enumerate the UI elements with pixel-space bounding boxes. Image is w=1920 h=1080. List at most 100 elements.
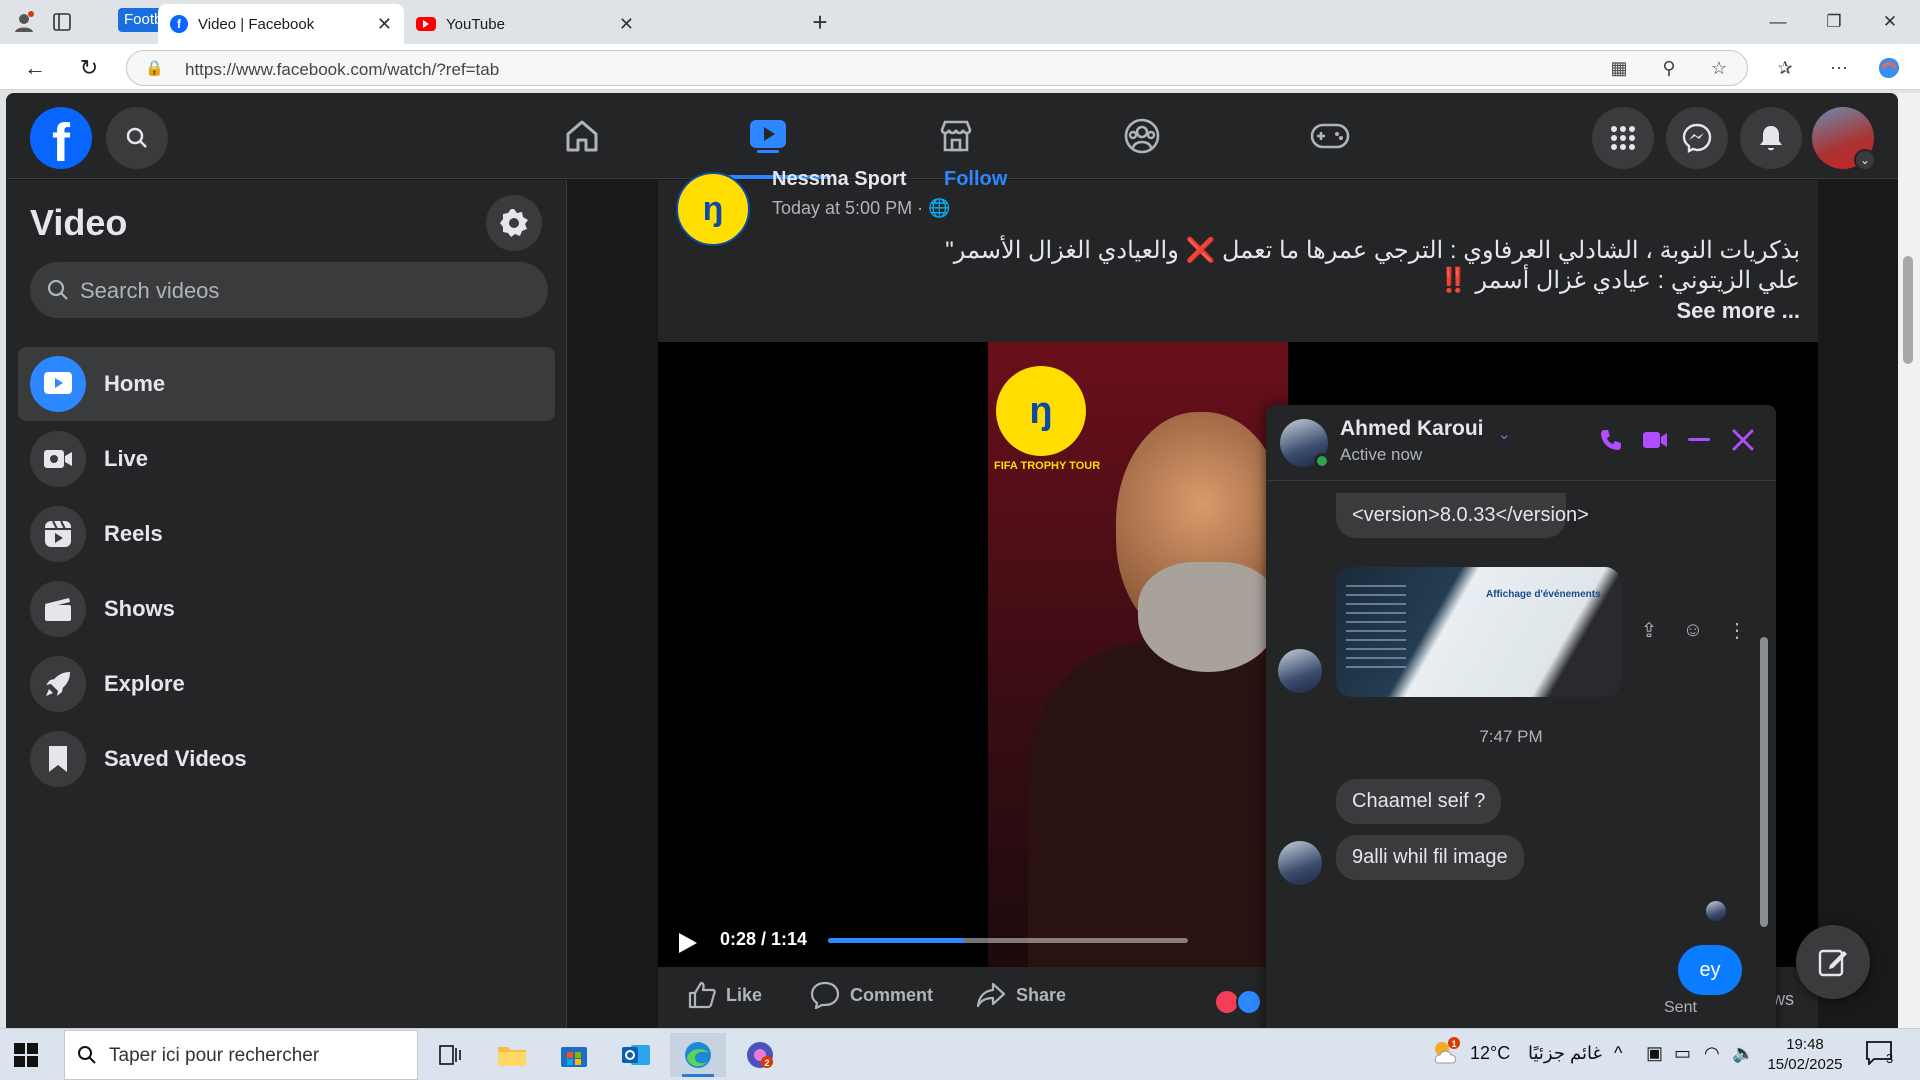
message-bubble[interactable]: Chaamel seif ? — [1336, 779, 1502, 824]
voice-call-button[interactable] — [1594, 423, 1628, 457]
share-button[interactable]: Share — [976, 981, 1066, 1009]
contact-avatar[interactable] — [1278, 841, 1322, 885]
meet-now-icon[interactable]: ▣ — [1646, 1043, 1663, 1064]
messenger-button[interactable] — [1666, 107, 1728, 169]
sidebar-item-saved-videos[interactable]: Saved Videos — [18, 722, 555, 796]
contact-name[interactable]: Ahmed Karoui — [1340, 417, 1484, 441]
menu-button[interactable] — [1592, 107, 1654, 169]
show-hidden-icons[interactable]: ^ — [1614, 1043, 1622, 1064]
post-timestamp[interactable]: Today at 5:00 PM · 🌐 — [772, 198, 951, 219]
close-window-icon[interactable]: ✕ — [1870, 6, 1910, 38]
nav-gaming-tab[interactable] — [1270, 103, 1390, 169]
live-camera-icon — [30, 431, 86, 487]
sidebar-item-home[interactable]: Home — [18, 347, 555, 421]
page-scrollbar[interactable] — [1898, 93, 1920, 1028]
zoom-icon[interactable]: ⚲ — [1654, 53, 1684, 83]
notifications-button[interactable] — [1740, 107, 1802, 169]
sidebar-item-reels[interactable]: Reels — [18, 497, 555, 571]
sent-message-bubble[interactable]: ey — [1678, 945, 1742, 995]
sidebar-item-explore[interactable]: Explore — [18, 647, 555, 721]
facebook-favicon-icon: f — [170, 15, 188, 33]
tab-youtube[interactable]: YouTube ✕ — [404, 4, 646, 44]
close-tab-icon[interactable]: ✕ — [619, 14, 634, 35]
sidebar-item-label: Saved Videos — [104, 746, 247, 771]
profile-icon[interactable] — [10, 8, 38, 36]
search-button[interactable] — [106, 107, 168, 169]
see-more-link[interactable]: See more ... — [1676, 298, 1800, 324]
video-progress-bar[interactable] — [828, 938, 1188, 943]
close-icon — [1732, 429, 1754, 451]
task-view-icon[interactable] — [422, 1033, 478, 1077]
reload-icon[interactable]: ↻ — [74, 53, 104, 83]
battery-icon[interactable]: ▭ — [1674, 1043, 1691, 1064]
new-tab-icon[interactable]: + — [806, 7, 834, 37]
nav-marketplace-tab[interactable] — [896, 103, 1016, 169]
lock-icon[interactable]: 🔒 — [145, 59, 164, 77]
more-menu-icon[interactable]: ⋯ — [1824, 53, 1854, 83]
taskbar-search-input[interactable]: Taper ici pour rechercher — [64, 1030, 418, 1080]
clock-date: 15/02/2025 — [1767, 1056, 1843, 1073]
image-message[interactable]: Affichage d'événements — [1336, 567, 1621, 697]
search-icon — [78, 1046, 96, 1064]
minimize-chat-button[interactable] — [1682, 423, 1716, 457]
favorite-star-icon[interactable]: ☆ — [1704, 53, 1734, 83]
message-bubble[interactable]: 9alli whil fil image — [1336, 835, 1524, 880]
like-button[interactable]: Like — [688, 981, 762, 1009]
post-author[interactable]: Nessma Sport — [772, 168, 907, 191]
comment-button[interactable]: Comment — [810, 981, 933, 1009]
nav-video-tab[interactable] — [708, 103, 828, 179]
tab-actions-icon[interactable] — [48, 8, 76, 36]
back-arrow-icon[interactable]: ← — [20, 53, 50, 83]
video-call-button[interactable] — [1638, 423, 1672, 457]
copilot-icon[interactable] — [1874, 53, 1904, 83]
nav-groups-tab[interactable] — [1082, 103, 1202, 169]
nav-home-tab[interactable] — [522, 103, 642, 169]
page-avatar[interactable]: ŋ — [676, 172, 750, 246]
favorites-list-icon[interactable]: ✰ — [1770, 53, 1800, 83]
teams-icon[interactable]: 2 — [732, 1033, 788, 1077]
edge-browser-icon[interactable] — [670, 1033, 726, 1077]
message-bubble[interactable]: <version>8.0.33</version> — [1336, 493, 1589, 538]
outlook-icon[interactable] — [608, 1033, 664, 1077]
follow-link[interactable]: Follow — [944, 168, 1007, 191]
restore-window-icon[interactable]: ❐ — [1814, 6, 1854, 38]
weather-description[interactable]: غائم جزئيًا — [1528, 1043, 1602, 1064]
notification-center-icon[interactable]: 3 — [1866, 1041, 1893, 1070]
contact-avatar[interactable] — [1278, 649, 1322, 693]
close-tab-icon[interactable]: ✕ — [377, 14, 392, 35]
video-time: 0:28 / 1:14 — [720, 929, 808, 949]
settings-button[interactable] — [486, 195, 542, 251]
tab-title: YouTube — [446, 15, 505, 33]
file-explorer-icon[interactable] — [484, 1033, 540, 1077]
sidebar-item-label: Reels — [104, 521, 163, 546]
scrollbar-thumb[interactable] — [1903, 256, 1913, 364]
close-chat-button[interactable] — [1726, 423, 1760, 457]
app-available-icon[interactable]: ▦ — [1604, 53, 1634, 83]
like-reaction-icon[interactable] — [1236, 989, 1262, 1015]
like-thumb-icon — [688, 981, 716, 1009]
chevron-down-icon[interactable]: ⌄ — [1498, 425, 1511, 443]
share-message-icon[interactable]: ⇪ — [1634, 615, 1664, 645]
windows-start-icon[interactable] — [14, 1043, 38, 1067]
sidebar-item-shows[interactable]: Shows — [18, 572, 555, 646]
search-videos-input[interactable]: Search videos — [30, 262, 548, 318]
weather-temperature[interactable]: 12°C — [1470, 1043, 1510, 1064]
facebook-logo-icon[interactable]: f — [30, 107, 92, 169]
bookmark-icon — [30, 731, 86, 787]
volume-icon[interactable]: 🔈 — [1732, 1043, 1754, 1064]
weather-icon[interactable]: 1 — [1430, 1037, 1464, 1072]
url-field[interactable]: 🔒 https://www.facebook.com/watch/?ref=ta… — [126, 50, 1748, 86]
microsoft-store-icon[interactable] — [546, 1033, 602, 1077]
more-options-icon[interactable]: ⋮ — [1722, 615, 1752, 645]
new-message-button[interactable] — [1796, 925, 1870, 999]
account-avatar[interactable]: ⌄ — [1812, 107, 1876, 171]
chat-scrollbar[interactable] — [1760, 637, 1768, 927]
wifi-icon[interactable]: ◠ — [1704, 1043, 1720, 1064]
minimize-window-icon[interactable]: — — [1758, 6, 1798, 38]
sidebar-item-live[interactable]: Live — [18, 422, 555, 496]
tab-facebook[interactable]: f Video | Facebook ✕ — [158, 4, 404, 44]
play-button-icon[interactable] — [678, 932, 698, 954]
system-clock[interactable]: 19:48 15/02/2025 — [1765, 1035, 1845, 1075]
react-emoji-icon[interactable]: ☺ — [1678, 615, 1708, 645]
facebook-page: f ⌄ Video Search videos Home Live Reels … — [6, 93, 1898, 1028]
